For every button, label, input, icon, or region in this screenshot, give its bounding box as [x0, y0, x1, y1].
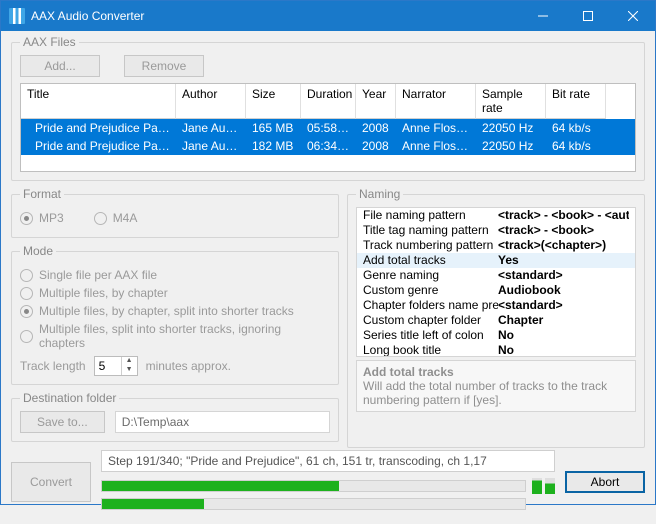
naming-legend: Naming [356, 187, 403, 201]
mode-split-ignore[interactable]: Multiple files, split into shorter track… [20, 322, 330, 350]
saveto-button[interactable]: Save to... [20, 411, 105, 433]
format-group: Format MP3 M4A [11, 187, 339, 238]
level-meter-1 [532, 478, 542, 494]
table-header: Title Author Size Duration Year Narrator… [21, 84, 635, 119]
mode-single[interactable]: Single file per AAX file [20, 268, 330, 282]
convert-button[interactable]: Convert [11, 462, 91, 502]
col-narrator[interactable]: Narrator [396, 84, 476, 119]
mode-legend: Mode [20, 244, 56, 258]
naming-row: File naming pattern<track> - <book> - <a… [357, 208, 635, 223]
radio-dot-icon [20, 269, 33, 282]
radio-dot-icon [20, 330, 33, 343]
window-title: AAX Audio Converter [31, 9, 520, 23]
dest-path: D:\Temp\aax [115, 411, 330, 433]
table-row[interactable]: Pride and Prejudice Part 1 Jane Austen 1… [21, 119, 635, 137]
table-row[interactable]: Pride and Prejudice Part 2 Jane Austen 1… [21, 137, 635, 155]
radio-m4a[interactable]: M4A [94, 211, 138, 225]
col-sample[interactable]: Sample rate [476, 84, 546, 119]
tracklen-label: Track length [20, 359, 86, 373]
app-icon [9, 8, 25, 24]
add-button[interactable]: Add... [20, 55, 100, 77]
naming-row-selected: Add total tracksYes [357, 253, 635, 268]
naming-group: Naming File naming pattern<track> - <boo… [347, 187, 645, 448]
col-size[interactable]: Size [246, 84, 301, 119]
spinner-down-icon[interactable]: ▼ [122, 366, 137, 375]
radio-dot-icon [20, 305, 33, 318]
progress-bar-2 [101, 498, 526, 510]
tracklen-spinner[interactable]: 5 ▲ ▼ [94, 356, 138, 376]
naming-row: Track numbering pattern<track>(<chapter>… [357, 238, 635, 253]
naming-hint: Add total tracks Will add the total numb… [356, 360, 636, 412]
progress-bar-1 [101, 480, 526, 492]
format-legend: Format [20, 187, 64, 201]
col-duration[interactable]: Duration [301, 84, 356, 119]
tracklen-value: 5 [95, 359, 121, 373]
aax-legend: AAX Files [20, 35, 79, 49]
dest-legend: Destination folder [20, 391, 119, 405]
minimize-button[interactable] [520, 1, 565, 31]
titlebar: AAX Audio Converter [1, 1, 655, 31]
table-body: Pride and Prejudice Part 1 Jane Austen 1… [21, 119, 635, 171]
mode-chapter[interactable]: Multiple files, by chapter [20, 286, 330, 300]
level-meter-2 [545, 478, 555, 494]
mode-group: Mode Single file per AAX file Multiple f… [11, 244, 339, 385]
remove-button[interactable]: Remove [124, 55, 204, 77]
col-bitrate[interactable]: Bit rate [546, 84, 606, 119]
naming-row: Custom genreAudiobook [357, 283, 635, 298]
naming-row: Chapter folders name prefix<standard> [357, 298, 635, 313]
naming-grid[interactable]: File naming pattern<track> - <book> - <a… [356, 207, 636, 357]
mode-chapter-split[interactable]: Multiple files, by chapter, split into s… [20, 304, 330, 318]
radio-mp3[interactable]: MP3 [20, 211, 64, 225]
naming-row: Long book titleNo [357, 343, 635, 357]
close-button[interactable] [610, 1, 655, 31]
col-title[interactable]: Title [21, 84, 176, 119]
radio-dot-icon [94, 212, 107, 225]
spinner-up-icon[interactable]: ▲ [122, 357, 137, 366]
col-year[interactable]: Year [356, 84, 396, 119]
status-text: Step 191/340; "Pride and Prejudice", 61 … [101, 450, 555, 472]
radio-dot-icon [20, 212, 33, 225]
abort-button[interactable]: Abort [565, 471, 645, 493]
hint-desc: Will add the total number of tracks to t… [363, 379, 629, 407]
naming-row: Title tag naming pattern<track> - <book> [357, 223, 635, 238]
dest-group: Destination folder Save to... D:\Temp\aa… [11, 391, 339, 442]
maximize-button[interactable] [565, 1, 610, 31]
col-author[interactable]: Author [176, 84, 246, 119]
naming-row: Custom chapter folderChapter [357, 313, 635, 328]
naming-row: Series title left of colonNo [357, 328, 635, 343]
tracklen-suffix: minutes approx. [146, 359, 231, 373]
files-table: Title Author Size Duration Year Narrator… [20, 83, 636, 172]
naming-row: Genre naming<standard> [357, 268, 635, 283]
aax-files-group: AAX Files Add... Remove Title Author Siz… [11, 35, 645, 181]
hint-title: Add total tracks [363, 365, 629, 379]
radio-dot-icon [20, 287, 33, 300]
